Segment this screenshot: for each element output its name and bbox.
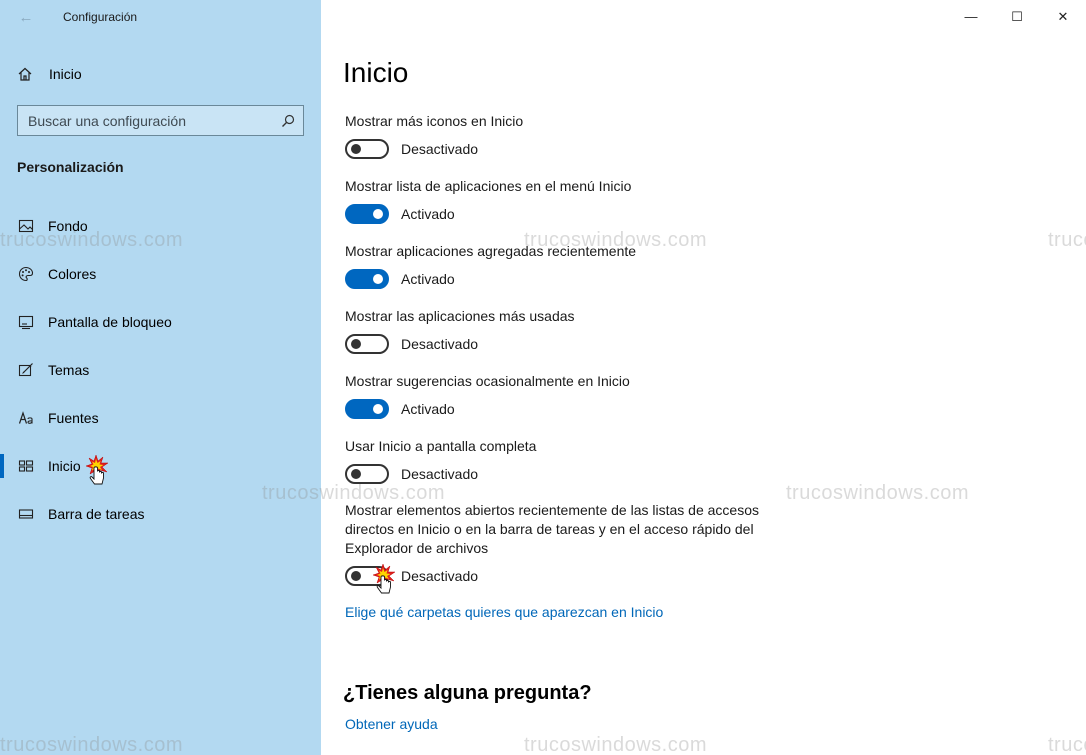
- sidebar-home-label: Inicio: [49, 66, 82, 82]
- sidebar: ← Configuración Inicio Personalización F…: [0, 0, 321, 755]
- search-input[interactable]: [28, 111, 268, 131]
- lock-screen-icon: [18, 315, 34, 330]
- toggle-knob: [373, 209, 383, 219]
- sidebar-item-pantalla-de-bloqueo[interactable]: Pantalla de bloqueo: [0, 304, 321, 340]
- themes-icon: [18, 363, 33, 377]
- toggle-knob: [351, 571, 361, 581]
- toggle-switch[interactable]: [345, 139, 389, 159]
- get-help-link[interactable]: Obtener ayuda: [345, 716, 438, 732]
- back-button[interactable]: ←: [14, 7, 38, 29]
- sidebar-item-barra-de-tareas[interactable]: Barra de tareas: [0, 496, 321, 532]
- toggle-knob: [351, 144, 361, 154]
- toggle-state-label: Activado: [401, 401, 455, 417]
- arrow-left-icon: ←: [18, 9, 34, 26]
- toggle-state-label: Activado: [401, 271, 455, 287]
- setting-aplicaciones-mas-usadas: Mostrar las aplicaciones más usadas Desa…: [345, 307, 765, 354]
- toggle-switch[interactable]: [345, 399, 389, 419]
- question-heading: ¿Tienes alguna pregunta?: [343, 682, 592, 704]
- close-icon: ✕: [1057, 9, 1069, 24]
- sidebar-item-inicio[interactable]: Inicio: [0, 448, 321, 484]
- setting-label: Mostrar aplicaciones agregadas recientem…: [345, 243, 637, 259]
- setting-label: Mostrar más iconos en Inicio: [345, 113, 524, 129]
- click-cursor-icon: [372, 563, 396, 594]
- sidebar-item-label: Fuentes: [48, 410, 99, 426]
- toggle-knob: [351, 339, 361, 349]
- toggle-state-label: Desactivado: [401, 568, 479, 584]
- setting-mostrar-mas-iconos: Mostrar más iconos en Inicio Desactivado: [345, 112, 765, 159]
- setting-elementos-recientes: Mostrar elementos abiertos recientemente…: [345, 501, 765, 586]
- setting-label: Mostrar sugerencias ocasionalmente en In…: [345, 373, 630, 389]
- toggle-state-label: Desactivado: [401, 466, 479, 482]
- sidebar-item-fuentes[interactable]: Fuentes: [0, 400, 321, 436]
- taskbar-icon: [18, 509, 34, 519]
- toggle-state-label: Desactivado: [401, 141, 479, 157]
- setting-aplicaciones-agregadas: Mostrar aplicaciones agregadas recientem…: [345, 242, 765, 289]
- toggle-knob: [373, 274, 383, 284]
- page-title: Inicio: [343, 57, 409, 88]
- sidebar-item-label: Temas: [48, 362, 90, 378]
- search-box[interactable]: [17, 105, 304, 136]
- toggle-state-label: Activado: [401, 206, 455, 222]
- sidebar-item-label: Fondo: [48, 218, 88, 234]
- palette-icon: [18, 266, 34, 282]
- search-icon[interactable]: [281, 114, 295, 128]
- minimize-button[interactable]: —: [948, 4, 994, 30]
- selection-indicator: [0, 454, 4, 478]
- toggle-switch[interactable]: [345, 334, 389, 354]
- start-icon: [18, 460, 34, 472]
- toggle-switch[interactable]: [345, 464, 389, 484]
- toggle-switch[interactable]: [345, 269, 389, 289]
- setting-label: Usar Inicio a pantalla completa: [345, 438, 537, 454]
- app-title: Configuración: [63, 10, 138, 24]
- maximize-icon: ☐: [1011, 9, 1023, 24]
- fonts-icon: [18, 411, 33, 424]
- sidebar-item-temas[interactable]: Temas: [0, 352, 321, 388]
- close-button[interactable]: ✕: [1040, 4, 1086, 30]
- sidebar-item-fondo[interactable]: Fondo: [0, 208, 321, 244]
- section-title: Personalización: [17, 159, 124, 175]
- click-cursor-icon: [85, 454, 109, 485]
- toggle-knob: [373, 404, 383, 414]
- sidebar-item-label: Colores: [48, 266, 97, 282]
- setting-mostrar-lista-aplicaciones: Mostrar lista de aplicaciones en el menú…: [345, 177, 765, 224]
- toggle-switch[interactable]: [345, 204, 389, 224]
- choose-folders-link[interactable]: Elige qué carpetas quieres que aparezcan…: [345, 604, 663, 620]
- setting-label: Mostrar las aplicaciones más usadas: [345, 308, 575, 324]
- setting-label: Mostrar lista de aplicaciones en el menú…: [345, 178, 632, 194]
- sidebar-item-label: Barra de tareas: [48, 506, 145, 522]
- minimize-icon: —: [964, 9, 978, 24]
- toggle-knob: [351, 469, 361, 479]
- picture-icon: [18, 219, 34, 233]
- maximize-button[interactable]: ☐: [994, 4, 1040, 30]
- home-icon: [18, 67, 32, 81]
- setting-label: Mostrar elementos abiertos recientemente…: [345, 502, 759, 556]
- sidebar-item-colores[interactable]: Colores: [0, 256, 321, 292]
- sidebar-home-link[interactable]: Inicio: [0, 60, 321, 88]
- titlebar-left: ← Configuración: [0, 0, 321, 36]
- sidebar-item-label: Inicio: [48, 458, 81, 474]
- setting-sugerencias: Mostrar sugerencias ocasionalmente en In…: [345, 372, 765, 419]
- main-panel: — ☐ ✕ Inicio Mostrar más iconos en Inici…: [321, 0, 1086, 755]
- toggle-state-label: Desactivado: [401, 336, 479, 352]
- sidebar-item-label: Pantalla de bloqueo: [48, 314, 172, 330]
- setting-pantalla-completa: Usar Inicio a pantalla completa Desactiv…: [345, 437, 765, 484]
